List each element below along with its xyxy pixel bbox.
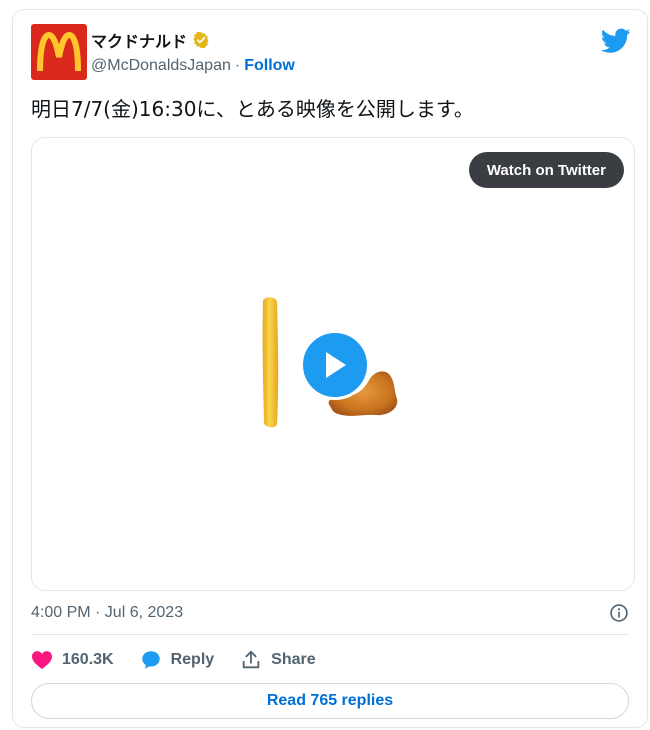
twitter-bird-icon[interactable] [601, 28, 631, 54]
share-icon [242, 650, 260, 669]
french-fry-illustration [262, 297, 279, 428]
mcdonalds-logo-icon [37, 31, 81, 72]
heart-icon [32, 651, 52, 670]
share-label: Share [271, 651, 316, 668]
read-replies-button[interactable]: Read 765 replies [31, 683, 629, 719]
author-display-name[interactable]: マクドナルド [91, 28, 187, 52]
tweet-text: 明日7/7(金)16:30に、とある映像を公開します。 [31, 97, 474, 121]
reply-button[interactable]: Reply [140, 649, 215, 671]
reply-label: Reply [170, 651, 215, 668]
tweet-card: マクドナルド @McDonaldsJapan · Follow 明日7/7(金)… [12, 9, 648, 728]
reply-bubble-icon [141, 651, 160, 669]
timestamp-row: 4:00 PM · Jul 6, 2023 [31, 600, 629, 626]
play-button[interactable] [300, 330, 370, 400]
watch-on-twitter-button[interactable]: Watch on Twitter [468, 152, 624, 188]
action-bar: 160.3K Reply Share [31, 646, 342, 674]
like-count: 160.3K [62, 651, 114, 668]
author-name-row: マクドナルド [91, 28, 210, 52]
divider [31, 634, 629, 635]
info-icon[interactable] [609, 603, 629, 623]
tweet-timestamp[interactable]: 4:00 PM · Jul 6, 2023 [31, 604, 183, 622]
author-handle[interactable]: @McDonaldsJapan [91, 57, 231, 75]
handle-separator: · [234, 57, 241, 74]
follow-button[interactable]: Follow [244, 57, 295, 75]
verified-badge-icon [193, 31, 209, 49]
play-icon [326, 352, 346, 378]
share-button[interactable]: Share [240, 649, 316, 671]
video-media[interactable]: Watch on Twitter [31, 137, 635, 591]
author-handle-row: @McDonaldsJapan · Follow [91, 55, 295, 77]
avatar[interactable] [31, 24, 87, 80]
like-button[interactable]: 160.3K [31, 650, 114, 670]
